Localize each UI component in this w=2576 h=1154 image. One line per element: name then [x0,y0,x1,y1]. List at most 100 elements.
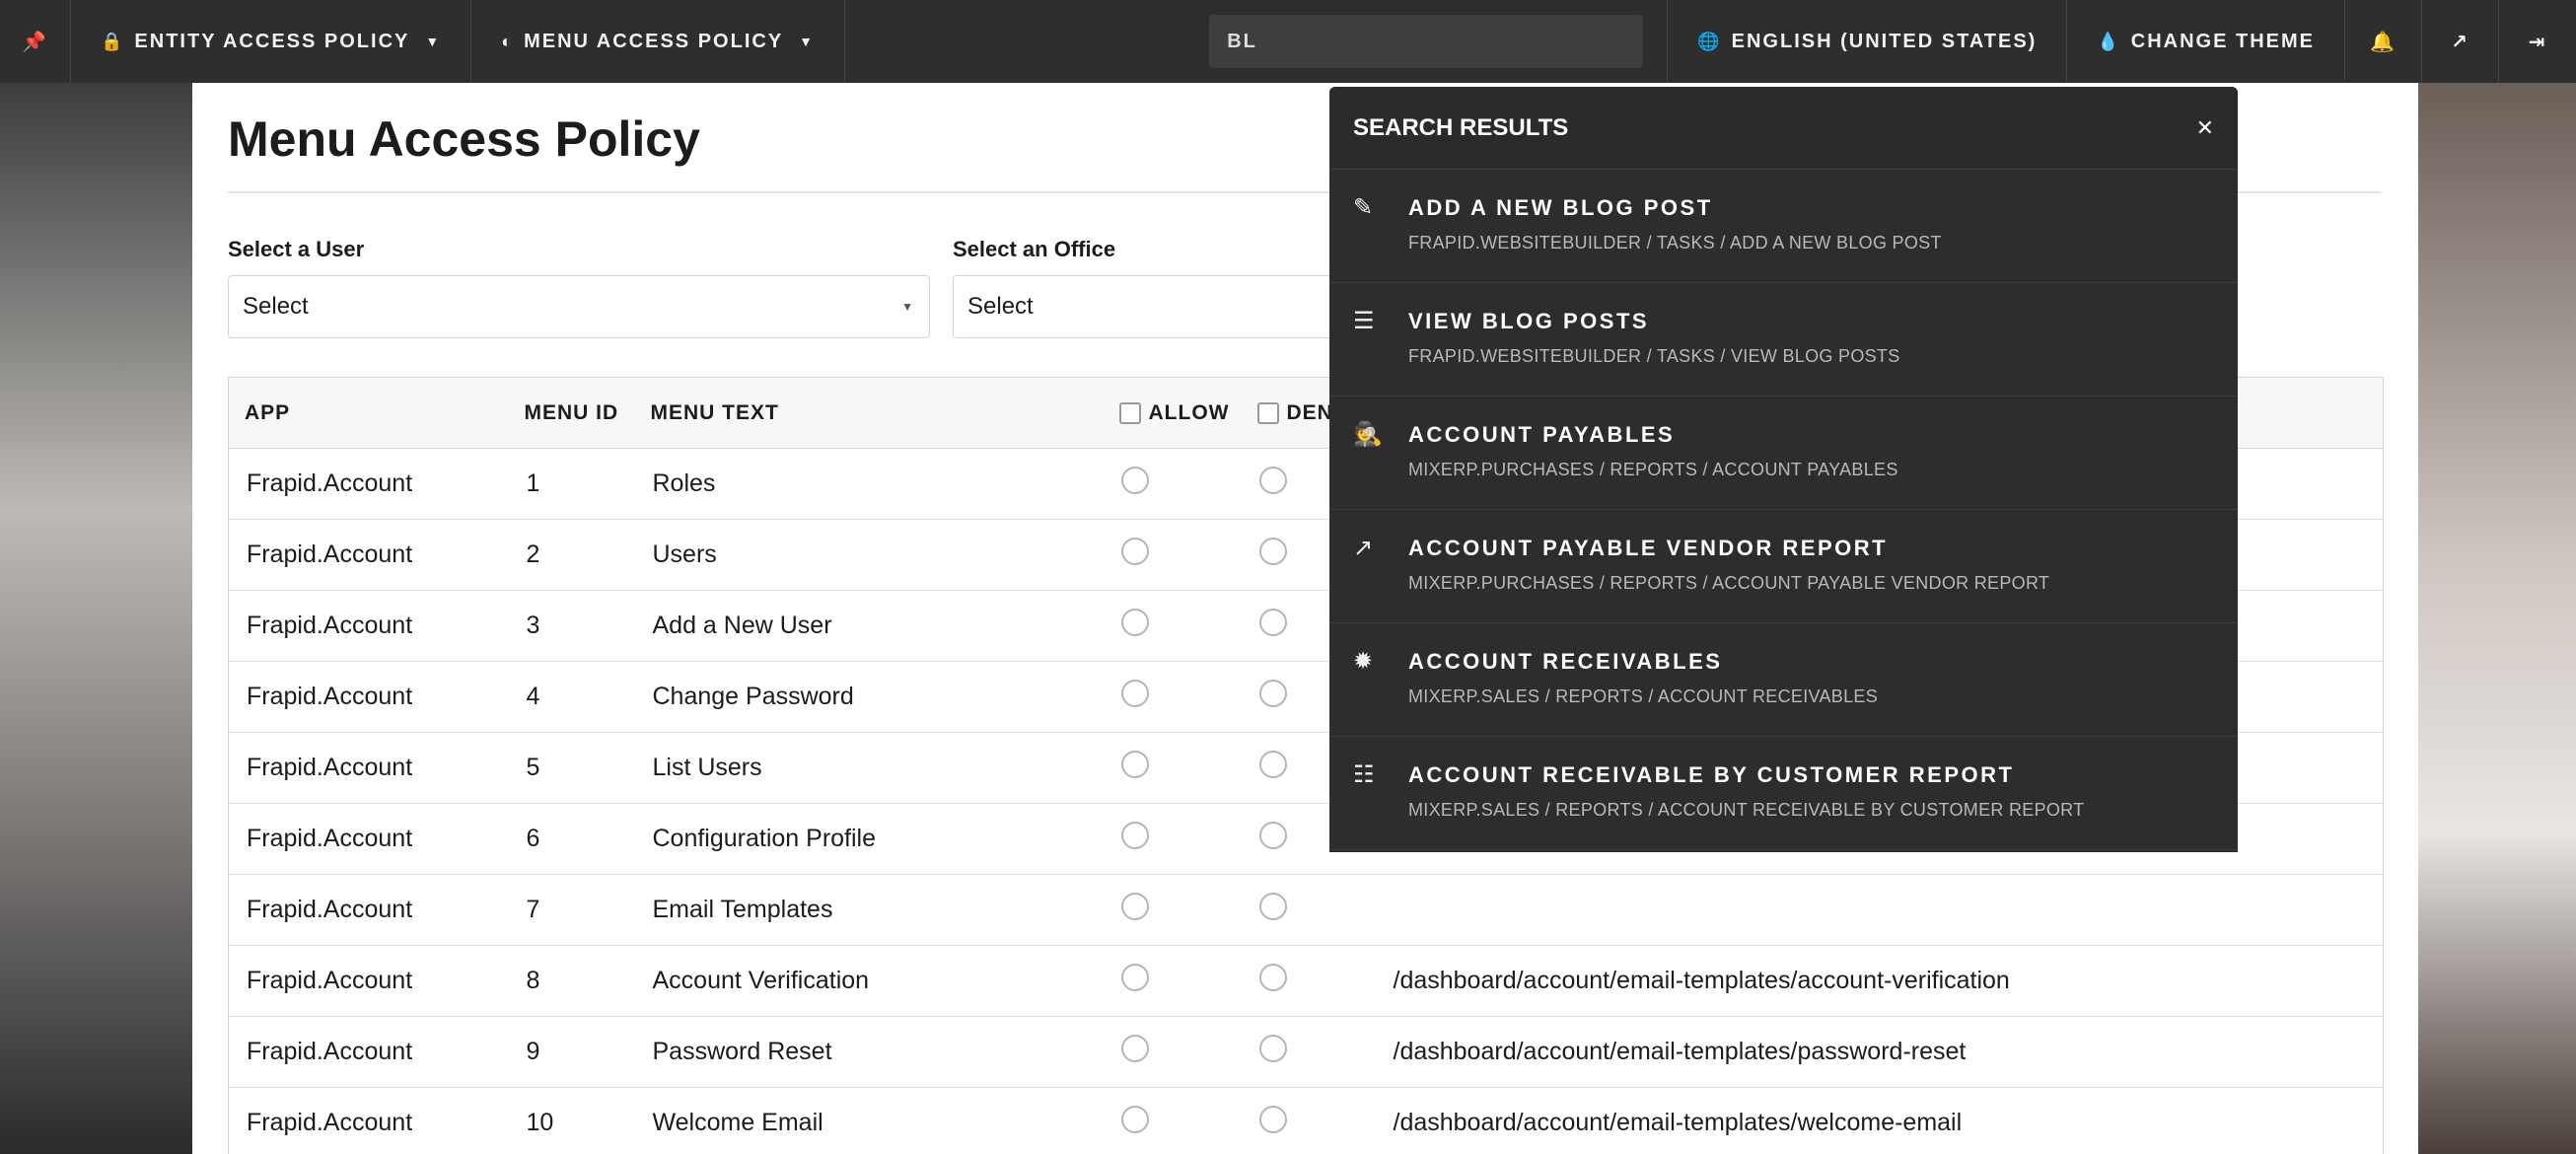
deny-radio[interactable] [1258,680,1287,707]
cell-menu-text: Configuration Profile [634,803,1104,875]
notifications-button[interactable]: 🔔 [2345,0,2422,83]
theme-drop-icon: 💧 [2097,31,2121,51]
cell-deny [1241,874,1370,946]
cell-menu-id: 4 [508,661,635,733]
cell-app: Frapid.Account [228,803,509,875]
pin-button[interactable]: 📌 [0,0,71,83]
search-result-item[interactable]: ✎ ADD A NEW BLOG POST FRAPID.WEBSITEBUILDE… [1329,170,2238,283]
search-result-item[interactable]: ↗ ACCOUNT PAYABLE VENDOR REPORT MIXERP.PUR… [1329,510,2238,623]
deny-radio[interactable] [1258,893,1287,920]
cell-app: Frapid.Account [228,519,509,591]
deny-radio[interactable] [1258,751,1287,778]
col-allow[interactable]: ALLOW [1103,377,1242,449]
user-select[interactable]: Select ▼ [228,275,930,338]
change-theme-button[interactable]: 💧 CHANGE THEME [2067,0,2345,83]
col-menu-id: MENU ID [508,377,635,449]
cell-app: Frapid.Account [228,448,509,520]
search-input[interactable] [1209,15,1644,68]
col-menu-text: MENU TEXT [634,377,1104,449]
user-select-value: Select [243,293,309,320]
list-alt-icon: ☰ [1353,308,1375,334]
cell-menu-text: Change Password [634,661,1104,733]
search-result-item[interactable]: 🕵 ACCOUNT PAYABLES MIXERP.PURCHASES / REPO… [1329,397,2238,510]
search-wrap [1209,0,1669,83]
deny-radio[interactable] [1258,822,1287,849]
cell-allow [1103,945,1242,1017]
cell-url: /dashboard/account/email-templates/passw… [1369,1016,2384,1088]
allow-radio[interactable] [1120,538,1149,565]
allow-radio[interactable] [1120,964,1149,991]
cell-menu-id: 9 [508,1016,635,1088]
office-select[interactable]: Select [953,275,1367,338]
cell-app: Frapid.Account [228,1016,509,1088]
office-select-label: Select an Office [953,237,1116,261]
deny-radio[interactable] [1258,609,1287,636]
change-theme-label: CHANGE THEME [2130,30,2315,52]
deny-radio[interactable] [1258,964,1287,991]
sign-out-button[interactable]: ⇥ [2499,0,2576,83]
cell-allow [1103,732,1242,804]
external-link-button[interactable]: ↗ [2422,0,2499,83]
table-row: Frapid.Account 9 Password Reset/dashboard/… [228,1016,2384,1088]
table-row: Frapid.Account 8 Account Verification/dash… [228,945,2384,1017]
deny-radio[interactable] [1258,467,1287,494]
cell-menu-id: 6 [508,803,635,875]
allow-header-label: ALLOW [1148,400,1230,424]
close-icon[interactable]: ✕ [2196,115,2214,141]
table-row: Frapid.Account 10 Welcome Email/dashboard/… [228,1087,2384,1154]
deny-radio[interactable] [1258,1035,1287,1062]
lock-icon: 🔒 [101,31,125,51]
search-result-item[interactable]: ✹ ACCOUNT RECEIVABLES MIXERP.SALES / REPOR… [1329,623,2238,737]
menu-access-label: MENU ACCESS POLICY [524,30,784,52]
allow-all-checkbox[interactable] [1118,401,1141,424]
certificate-icon: ✹ [1353,648,1374,675]
globe-icon: 🌐 [1697,31,1722,51]
cell-menu-text: Email Templates [634,874,1104,946]
pencil-icon: ✎ [1353,194,1374,221]
allow-radio[interactable] [1120,467,1149,494]
search-result-path: FRAPID.WEBSITEBUILDER / TASKS / ADD A NE… [1408,233,1942,252]
search-result-path: FRAPID.WEBSITEBUILDER / TASKS / VIEW BLO… [1408,346,1900,366]
cell-app: Frapid.Account [228,732,509,804]
entity-access-label: ENTITY ACCESS POLICY [134,30,410,52]
share-icon: ↗ [1353,535,1374,561]
cell-allow [1103,803,1242,875]
cell-menu-text: Users [634,519,1104,591]
allow-radio[interactable] [1120,609,1149,636]
allow-radio[interactable] [1120,1106,1149,1133]
cell-url [1369,874,2384,946]
search-result-title: ACCOUNT PAYABLES [1408,422,1676,447]
allow-radio[interactable] [1120,822,1149,849]
allow-radio[interactable] [1120,751,1149,778]
caret-down-icon: ▼ [425,34,442,49]
cell-allow [1103,590,1242,662]
search-results-header: SEARCH RESULTS ✕ [1329,87,2238,170]
deny-all-checkbox[interactable] [1256,401,1279,424]
allow-radio[interactable] [1120,1035,1149,1062]
cell-allow [1103,661,1242,733]
cell-url: /dashboard/account/email-templates/welco… [1369,1087,2384,1154]
search-result-item[interactable]: ☰ VIEW BLOG POSTS FRAPID.WEBSITEBUILDER / … [1329,283,2238,397]
language-selector[interactable]: 🌐 ENGLISH (UNITED STATES) [1668,0,2068,83]
search-result-item[interactable]: ☷ ACCOUNT RECEIVABLE BY CUSTOMER REPORT MI… [1329,737,2238,850]
cell-app: Frapid.Account [228,874,509,946]
menu-access-policy-menu[interactable]: ◐ MENU ACCESS POLICY ▼ [471,0,846,83]
cell-deny [1241,945,1370,1017]
cell-menu-text: Add a New User [634,590,1104,662]
cell-menu-id: 5 [508,732,635,804]
deny-radio[interactable] [1258,1106,1287,1133]
search-result-path: MIXERP.SALES / REPORTS / ACCOUNT RECEIVA… [1408,800,2085,820]
language-label: ENGLISH (UNITED STATES) [1731,30,2038,52]
cell-allow [1103,448,1242,520]
list-icon: ☷ [1353,761,1375,788]
user-select-label: Select a User [228,237,365,261]
cell-app: Frapid.Account [228,590,509,662]
deny-radio[interactable] [1258,538,1287,565]
cell-app: Frapid.Account [228,1087,509,1154]
cell-deny [1241,1087,1370,1154]
cell-allow [1103,1087,1242,1154]
entity-access-policy-menu[interactable]: 🔒 ENTITY ACCESS POLICY ▼ [71,0,472,83]
cell-allow [1103,1016,1242,1088]
allow-radio[interactable] [1120,893,1149,920]
allow-radio[interactable] [1120,680,1149,707]
